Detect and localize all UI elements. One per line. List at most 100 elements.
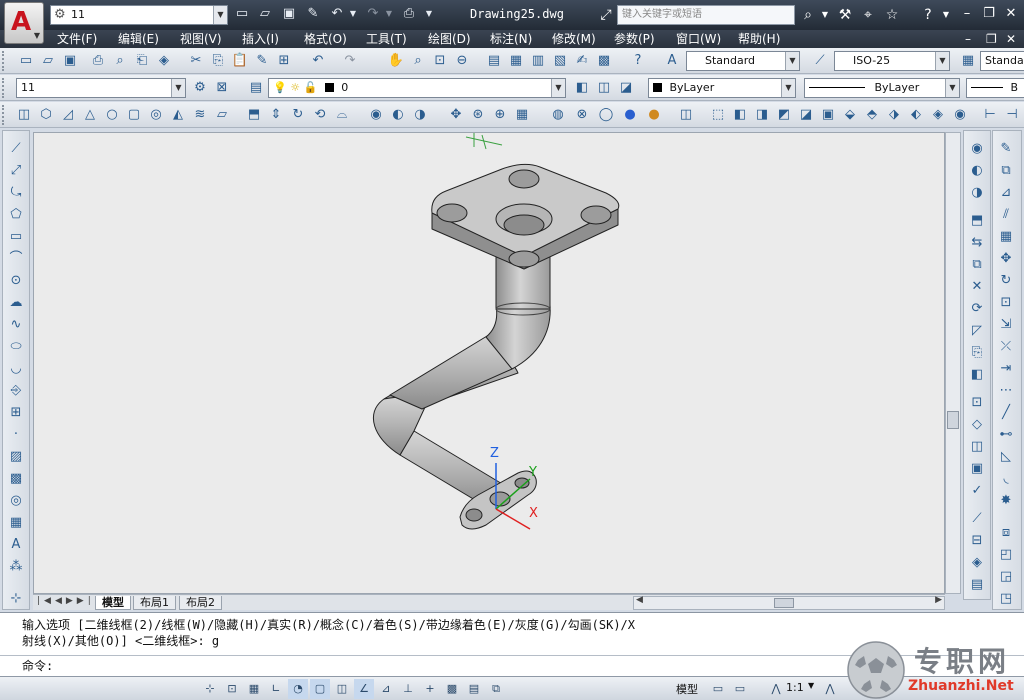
visual-style-manager-icon[interactable]: ◫ bbox=[676, 105, 696, 125]
menu-draw[interactable]: 绘图(D) bbox=[428, 31, 471, 47]
3d-object-snap-icon[interactable]: ◫ bbox=[332, 679, 352, 699]
layer-state-icon[interactable]: ◪ bbox=[616, 78, 636, 98]
separate-icon[interactable]: ◫ bbox=[967, 437, 987, 457]
view-left-icon[interactable]: ◨ bbox=[752, 105, 772, 125]
check-icon[interactable]: ✓ bbox=[967, 481, 987, 501]
search-input[interactable]: 键入关键字或短语 bbox=[617, 5, 795, 25]
construction-line-icon[interactable]: ⤢ bbox=[6, 161, 26, 181]
selection-cycling-icon[interactable]: ⧉ bbox=[486, 679, 506, 699]
quick-view-drawings-icon[interactable]: ▭ bbox=[730, 679, 750, 699]
layer-combo[interactable]: 💡 ☼ 🔓 0 ▼ bbox=[268, 78, 566, 98]
extend-icon[interactable]: ⇥ bbox=[996, 359, 1016, 379]
search-dropdown-icon[interactable]: ▼ bbox=[815, 5, 835, 25]
menu-help[interactable]: 帮助(H) bbox=[738, 31, 780, 47]
quick-view-layouts-icon[interactable]: ▭ bbox=[708, 679, 728, 699]
revision-cloud-icon[interactable]: ☁ bbox=[6, 293, 26, 313]
properties-icon[interactable]: ▤ bbox=[484, 51, 504, 71]
view-nw-iso-icon[interactable]: ⬖ bbox=[906, 105, 926, 125]
move-faces-icon[interactable]: ⇆ bbox=[967, 233, 987, 253]
dynamic-input-icon[interactable]: ⊥ bbox=[398, 679, 418, 699]
stretch-icon[interactable]: ⇲ bbox=[996, 315, 1016, 335]
scale-icon[interactable]: ⊡ bbox=[996, 293, 1016, 313]
print-icon[interactable]: ⎙ bbox=[400, 5, 418, 23]
spline-icon[interactable]: ∿ bbox=[6, 315, 26, 335]
ucs-icon[interactable]: ⊢ bbox=[980, 105, 1000, 125]
tab-layout1[interactable]: 布局1 bbox=[133, 596, 176, 610]
minimize-button[interactable]: – bbox=[956, 4, 978, 24]
infer-constraints-icon[interactable]: ⊹ bbox=[200, 679, 220, 699]
menu-dimension[interactable]: 标注(N) bbox=[490, 31, 532, 47]
rectangle-icon[interactable]: ▭ bbox=[6, 227, 26, 247]
markup-icon[interactable]: ✍ bbox=[572, 51, 592, 71]
open-icon[interactable]: ▱ bbox=[38, 51, 58, 71]
ellipse-arc-icon[interactable]: ◡ bbox=[6, 359, 26, 379]
cone-icon[interactable]: △ bbox=[80, 105, 100, 125]
ortho-mode-icon[interactable]: ∟ bbox=[266, 679, 286, 699]
drawing-canvas[interactable]: Z Y X bbox=[33, 132, 945, 594]
draw-order-icon[interactable]: ⧈ bbox=[996, 523, 1016, 543]
model-view[interactable]: Z Y X bbox=[34, 133, 946, 595]
join-icon[interactable]: ⊷ bbox=[996, 425, 1016, 445]
extrude-icon[interactable]: ⬒ bbox=[244, 105, 264, 125]
menu-format[interactable]: 格式(O) bbox=[304, 31, 347, 47]
undo-dropdown-icon[interactable]: ▼ bbox=[344, 5, 362, 23]
block-editor-icon[interactable]: ⊞ bbox=[274, 51, 294, 71]
color-combo[interactable]: ByLayer ▼ bbox=[648, 78, 796, 98]
line-icon[interactable]: ⟋ bbox=[6, 139, 26, 159]
chevron-down-icon[interactable]: ▼ bbox=[551, 79, 565, 97]
tab-navigation-arrows[interactable]: |◀◀▶▶| bbox=[37, 596, 95, 606]
copy-faces-icon[interactable]: ⎘ bbox=[967, 343, 987, 363]
save-icon[interactable]: ▣ bbox=[280, 5, 298, 23]
zoom-previous-icon[interactable]: ⊖ bbox=[452, 51, 472, 71]
annotation-scale-value[interactable]: 1:1 bbox=[786, 681, 804, 694]
workspace-toolbar-combo[interactable]: 11 ▼ bbox=[16, 78, 186, 98]
toolbar-grip[interactable] bbox=[2, 78, 6, 98]
point-icon[interactable]: · bbox=[6, 425, 26, 445]
make-block-icon[interactable]: ⊞ bbox=[6, 403, 26, 423]
circle-icon[interactable]: ⊙ bbox=[6, 271, 26, 291]
doc-restore-button[interactable]: ❐ bbox=[986, 30, 997, 48]
chevron-down-icon[interactable]: ▼ bbox=[785, 52, 799, 70]
plot-icon[interactable]: ⎙ bbox=[88, 51, 108, 71]
view-se-iso-icon[interactable]: ⬘ bbox=[862, 105, 882, 125]
help-icon[interactable]: ? bbox=[628, 51, 648, 71]
flatshot-icon[interactable]: ▤ bbox=[967, 575, 987, 595]
send-back-icon[interactable]: ◲ bbox=[996, 567, 1016, 587]
help-icon[interactable]: ? bbox=[918, 5, 938, 25]
torus-icon[interactable]: ◎ bbox=[146, 105, 166, 125]
menu-view[interactable]: 视图(V) bbox=[180, 31, 222, 47]
delete-faces-icon[interactable]: ✕ bbox=[967, 277, 987, 297]
3d-rotate-icon[interactable]: ⊛ bbox=[468, 105, 488, 125]
layer-previous-icon[interactable]: ◫ bbox=[594, 78, 614, 98]
arc-icon[interactable]: ⌒ bbox=[6, 249, 26, 269]
3d-move-icon[interactable]: ✥ bbox=[446, 105, 466, 125]
maximize-ribbon-icon[interactable]: ⤢ bbox=[596, 5, 616, 25]
polysolid-icon[interactable]: ◫ bbox=[14, 105, 34, 125]
layer-properties-icon[interactable]: ▤ bbox=[246, 78, 266, 98]
menu-file[interactable]: 文件(F) bbox=[57, 31, 97, 47]
rotate-icon[interactable]: ↻ bbox=[996, 271, 1016, 291]
shell-icon[interactable]: ▣ bbox=[967, 459, 987, 479]
grid-display-icon[interactable]: ▦ bbox=[244, 679, 264, 699]
qat-dropdown-icon[interactable]: ▼ bbox=[420, 5, 438, 23]
wedge-icon[interactable]: ◿ bbox=[58, 105, 78, 125]
favorites-star-icon[interactable]: ☆ bbox=[882, 5, 902, 25]
insert-block-icon[interactable]: ⎆ bbox=[6, 381, 26, 401]
camera-icon[interactable]: ◉ bbox=[950, 105, 970, 125]
array-icon[interactable]: ▦ bbox=[996, 227, 1016, 247]
menu-parametric[interactable]: 参数(P) bbox=[614, 31, 655, 47]
chevron-down-icon[interactable]: ▼ bbox=[781, 79, 795, 97]
imprint-icon[interactable]: ⊡ bbox=[967, 393, 987, 413]
taper-faces-icon[interactable]: ◸ bbox=[967, 321, 987, 341]
chevron-down-icon[interactable]: ▼ bbox=[171, 79, 185, 97]
cut-icon[interactable]: ✂ bbox=[186, 51, 206, 71]
intersect-icon[interactable]: ◑ bbox=[967, 183, 987, 203]
menu-window[interactable]: 窗口(W) bbox=[676, 31, 721, 47]
table-style-combo[interactable]: Standard bbox=[980, 51, 1024, 71]
cylinder-icon[interactable]: ▢ bbox=[124, 105, 144, 125]
toolbar-grip[interactable] bbox=[2, 105, 6, 125]
ucs-world-icon[interactable]: ⊣ bbox=[1002, 105, 1022, 125]
view-right-icon[interactable]: ◩ bbox=[774, 105, 794, 125]
horizontal-scroll-thumb[interactable] bbox=[774, 598, 794, 608]
ellipse-icon[interactable]: ⬭ bbox=[6, 337, 26, 357]
